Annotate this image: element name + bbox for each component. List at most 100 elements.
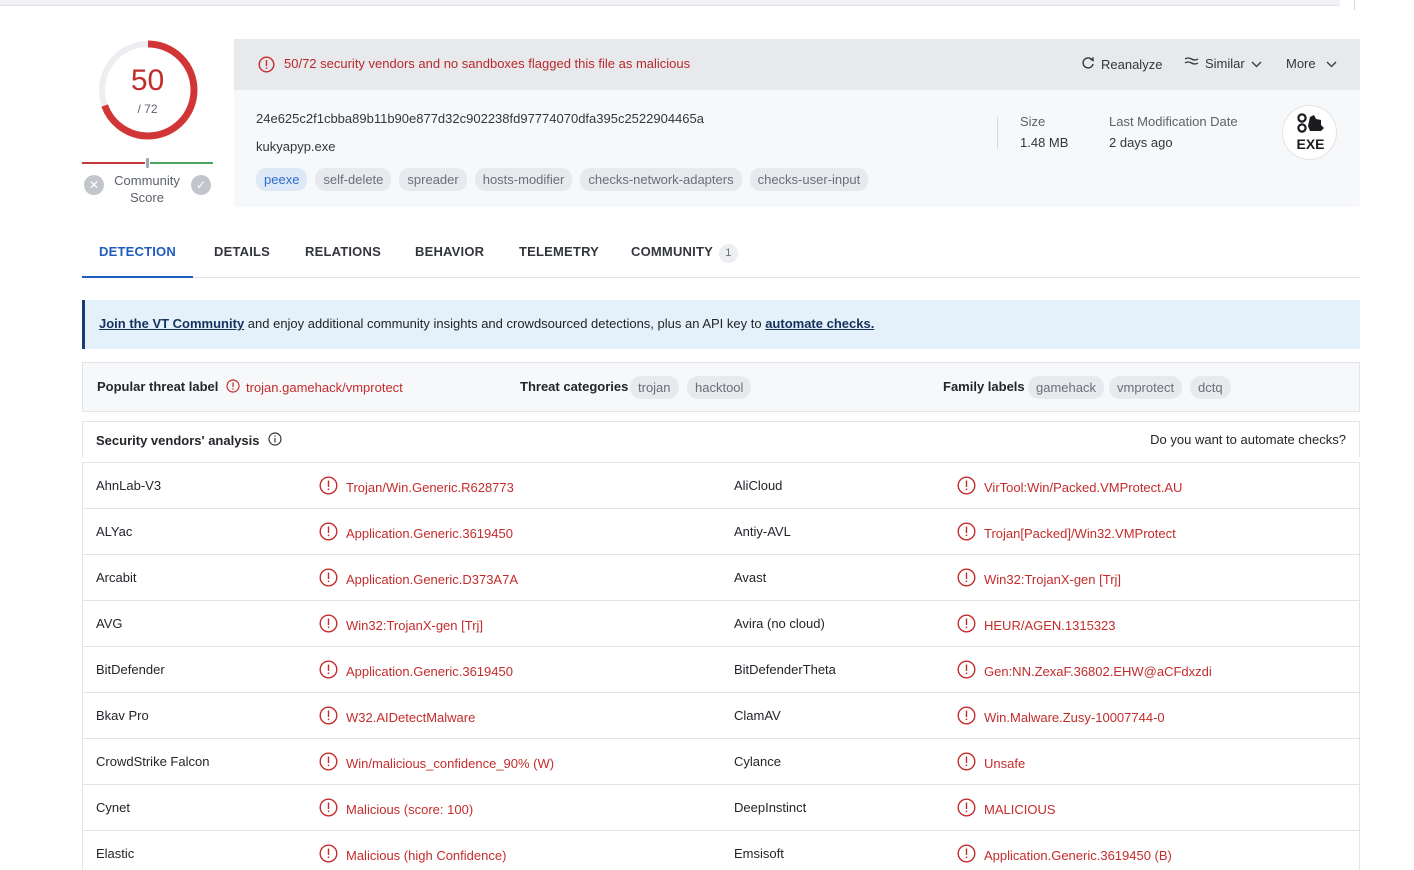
- tab-label: DETAILS: [214, 244, 271, 259]
- file-tag[interactable]: self-delete: [315, 168, 392, 191]
- vendor-name: ClamAV: [734, 708, 781, 723]
- tab-detection[interactable]: DETECTION: [82, 230, 193, 278]
- alert-icon: [957, 798, 976, 820]
- vendor-result-text: Trojan[Packed]/Win32.VMProtect: [984, 526, 1176, 541]
- vendor-result-text: Win32:TrojanX-gen [Trj]: [346, 618, 484, 633]
- vendor-name: Antiy-AVL: [734, 524, 791, 539]
- file-tag[interactable]: checks-user-input: [749, 168, 869, 191]
- vendor-result: Application.Generic.D373A7A: [319, 568, 518, 590]
- vendor-result-text: Application.Generic.D373A7A: [346, 572, 518, 587]
- detection-score: 50 / 72 ✕ Community Score ✓: [82, 36, 213, 208]
- vendor-name: AVG: [96, 616, 123, 631]
- last-modified-value: 2 days ago: [1109, 135, 1173, 150]
- popular-threat-label-value: trojan.gamehack/vmprotect: [246, 380, 403, 395]
- alert-icon: [957, 706, 976, 728]
- similar-label: Similar: [1205, 56, 1245, 71]
- alert-icon: [319, 844, 338, 866]
- vendor-result: VirTool:Win/Packed.VMProtect.AU: [957, 476, 1182, 498]
- vendor-result: Application.Generic.3619450: [319, 522, 513, 544]
- alert-icon: [957, 614, 976, 636]
- tab-relations[interactable]: RELATIONS: [305, 230, 381, 278]
- automate-checks-link[interactable]: automate checks.: [765, 316, 874, 331]
- info-icon[interactable]: [267, 432, 282, 449]
- analysis-header: Security vendors' analysis Do you want t…: [82, 421, 1360, 457]
- alert-icon: [319, 752, 338, 774]
- threat-category-pill[interactable]: hacktool: [687, 376, 752, 399]
- threat-category-pill[interactable]: trojan: [630, 376, 679, 399]
- vendor-name: Arcabit: [96, 570, 137, 585]
- vendor-result-text: MALICIOUS: [984, 802, 1056, 817]
- similar-button[interactable]: Similar: [1184, 56, 1262, 71]
- filetype-badge: EXE: [1282, 105, 1337, 160]
- vendor-result-text: Malicious (score: 100): [346, 802, 474, 817]
- file-tag[interactable]: peexe: [256, 168, 308, 191]
- score-total: / 72: [137, 102, 158, 116]
- community-score-label: Community Score: [114, 173, 180, 205]
- vendor-result: Trojan[Packed]/Win32.VMProtect: [957, 522, 1176, 544]
- vendor-result-text: VirTool:Win/Packed.VMProtect.AU: [984, 480, 1183, 495]
- detection-alert-text: 50/72 security vendors and no sandboxes …: [284, 56, 691, 71]
- file-tag[interactable]: spreader: [399, 168, 467, 191]
- vendor-table: AhnLab-V3 Trojan/Win.Generic.R628773 AliCl…: [82, 462, 1360, 870]
- file-tag[interactable]: hosts-modifier: [474, 168, 573, 191]
- community-count-badge: 1: [718, 244, 738, 263]
- alert-icon: [319, 798, 338, 820]
- join-community-link[interactable]: Join the VT Community: [99, 316, 244, 331]
- vote-harmless-icon[interactable]: ✓: [191, 175, 211, 195]
- more-button[interactable]: More: [1286, 56, 1337, 71]
- vendor-result-text: Application.Generic.3619450: [346, 526, 513, 541]
- vendor-name: BitDefender: [96, 662, 165, 677]
- vendor-result: Win/malicious_confidence_90% (W): [319, 752, 554, 774]
- reanalyze-button[interactable]: Reanalyze: [1081, 56, 1162, 73]
- tab-community[interactable]: COMMUNITY 1: [631, 230, 738, 278]
- alert-icon: [319, 660, 338, 682]
- refresh-icon: [1081, 56, 1095, 73]
- file-name: kukyapyp.exe: [256, 139, 336, 154]
- table-row: AhnLab-V3 Trojan/Win.Generic.R628773 AliCl…: [83, 463, 1359, 509]
- vendor-name: AliCloud: [734, 478, 783, 493]
- vendor-result-text: Trojan/Win.Generic.R628773: [346, 480, 514, 495]
- vendor-result: Application.Generic.3619450 (B): [957, 844, 1172, 866]
- tab-label: BEHAVIOR: [415, 244, 485, 259]
- popular-threat-label[interactable]: trojan.gamehack/vmprotect: [226, 379, 403, 396]
- vendor-result: Win32:TrojanX-gen [Trj]: [957, 568, 1121, 590]
- community-banner: Join the VT Community and enjoy addition…: [82, 300, 1360, 349]
- alert-icon: [226, 379, 240, 396]
- tab-details[interactable]: DETAILS: [214, 230, 270, 278]
- gears-icon: [1296, 112, 1326, 139]
- alert-icon: [258, 56, 275, 76]
- alert-icon: [957, 568, 976, 590]
- vendor-name: DeepInstinct: [734, 800, 807, 815]
- automate-checks-prompt[interactable]: Do you want to automate checks?: [1150, 432, 1346, 447]
- family-label-pill[interactable]: dctq: [1190, 376, 1231, 399]
- alert-icon: [319, 614, 338, 636]
- last-modified-label: Last Modification Date: [1109, 114, 1238, 129]
- vendor-result-text: HEUR/AGEN.1315323: [984, 618, 1116, 633]
- meta-divider: [997, 117, 998, 149]
- family-label-pill[interactable]: gamehack: [1028, 376, 1104, 399]
- alert-icon: [957, 522, 976, 544]
- alert-icon: [957, 660, 976, 682]
- top-strip: [0, 0, 1414, 14]
- vendor-result-text: Gen:NN.ZexaF.36802.EHW@aCFdxzdi: [984, 664, 1212, 679]
- alert-icon: [319, 568, 338, 590]
- file-hash[interactable]: 24e625c2f1cbba89b11b90e877d32c902238fd97…: [256, 111, 704, 126]
- vote-malicious-icon[interactable]: ✕: [84, 175, 104, 195]
- vendor-name: Avira (no cloud): [734, 616, 825, 631]
- vendor-result-text: Application.Generic.3619450 (B): [984, 848, 1172, 863]
- file-tag[interactable]: checks-network-adapters: [580, 168, 742, 191]
- family-labels-title: Family labels: [943, 379, 1025, 394]
- vendor-name: Avast: [734, 570, 767, 585]
- vendor-name: BitDefenderTheta: [734, 662, 836, 677]
- vendor-result: Malicious (score: 100): [319, 798, 473, 820]
- reanalyze-label: Reanalyze: [1101, 57, 1163, 72]
- vendor-result: Win.Malware.Zusy-10007744-0: [957, 706, 1165, 728]
- tab-behavior[interactable]: BEHAVIOR: [415, 230, 484, 278]
- family-label-pill[interactable]: vmprotect: [1109, 376, 1183, 399]
- vendor-name: Emsisoft: [734, 846, 784, 861]
- vendor-result: Trojan/Win.Generic.R628773: [319, 476, 514, 498]
- banner-text: and enjoy additional community insights …: [244, 316, 766, 331]
- tab-telemetry[interactable]: TELEMETRY: [519, 230, 599, 278]
- vendor-result: Application.Generic.3619450: [319, 660, 513, 682]
- detection-alert-bar: 50/72 security vendors and no sandboxes …: [234, 39, 1360, 90]
